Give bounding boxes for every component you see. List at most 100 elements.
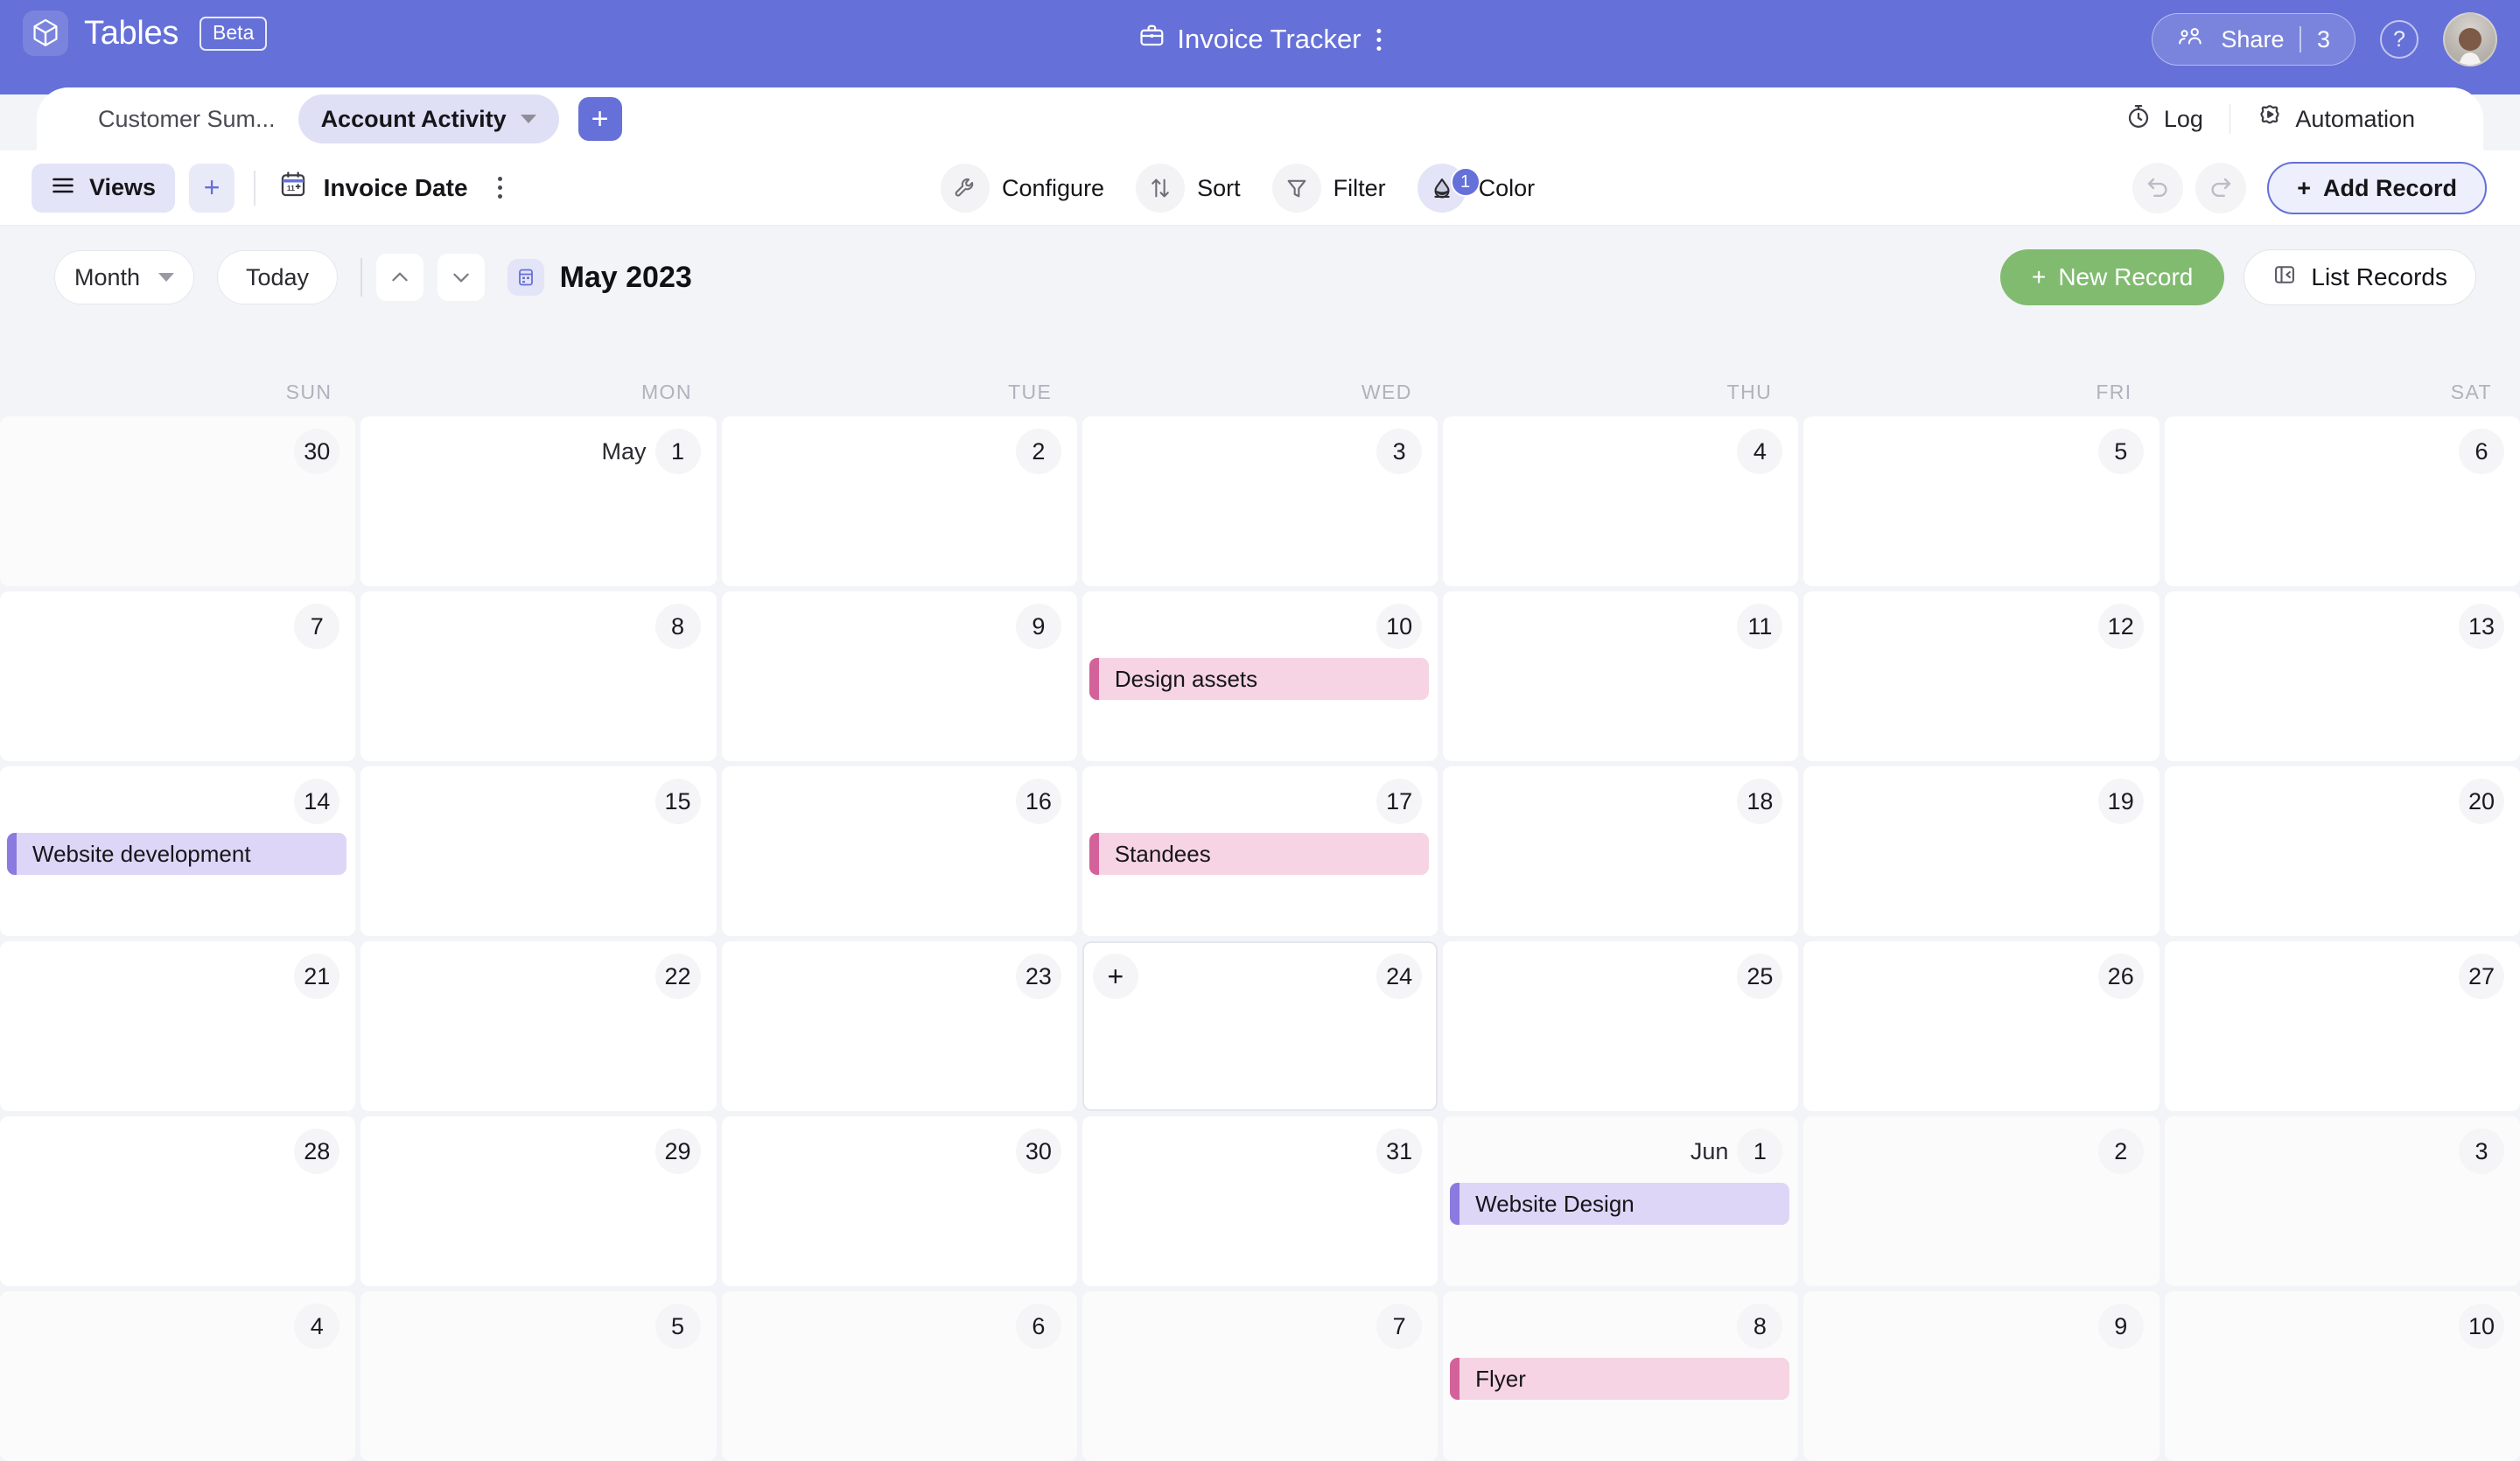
calendar-day-cell[interactable]: 10 (2164, 1291, 2520, 1461)
event-chip[interactable]: Standees (1088, 833, 1430, 875)
calendar-day-cell[interactable]: 6 (2164, 416, 2520, 586)
color-button[interactable]: 1 Color (1409, 162, 1553, 214)
day-number[interactable]: 1 (1737, 1129, 1783, 1174)
day-number[interactable]: 8 (654, 604, 701, 649)
day-number[interactable]: 1 (654, 429, 701, 474)
day-number[interactable]: 23 (1015, 954, 1061, 999)
day-number[interactable]: 12 (2097, 604, 2144, 649)
calendar-day-cell[interactable]: 8 Flyer (1443, 1291, 1799, 1461)
day-number[interactable]: 10 (1376, 604, 1423, 649)
calendar-day-cell[interactable]: 10 Design assets (1082, 591, 1438, 761)
calendar-day-cell[interactable]: 5 (360, 1291, 717, 1461)
day-number[interactable]: 3 (2458, 1129, 2504, 1174)
day-number[interactable]: 25 (1737, 954, 1783, 999)
day-number[interactable]: 5 (2097, 429, 2144, 474)
day-number[interactable]: 13 (2458, 604, 2504, 649)
calendar-day-cell[interactable]: 7 (0, 591, 356, 761)
today-button[interactable]: Today (217, 250, 339, 304)
day-number[interactable]: 4 (294, 1304, 340, 1349)
day-number[interactable]: 8 (1737, 1304, 1783, 1349)
calendar-day-cell[interactable]: 23 (721, 941, 1077, 1111)
day-number[interactable]: 10 (2458, 1304, 2504, 1349)
tab-customer-summary[interactable]: Customer Sum... (75, 94, 298, 143)
day-number[interactable]: 16 (1015, 779, 1061, 824)
undo-button[interactable] (2132, 163, 2184, 213)
calendar-day-cell[interactable]: 3 (1082, 416, 1438, 586)
calendar-day-cell[interactable]: 28 (0, 1116, 356, 1286)
calendar-day-cell[interactable]: Jun 1 Website Design (1443, 1116, 1799, 1286)
kebab-menu-icon[interactable] (1376, 28, 1382, 51)
day-number[interactable]: 30 (1015, 1129, 1061, 1174)
calendar-day-cell[interactable]: 9 (721, 591, 1077, 761)
calendar-day-cell[interactable]: 14 Website development (0, 766, 356, 936)
day-number[interactable]: 2 (2097, 1129, 2144, 1174)
calendar-day-cell[interactable]: 20 (2164, 766, 2520, 936)
event-chip[interactable]: Website Design (1450, 1183, 1790, 1225)
calendar-day-cell[interactable]: 18 (1443, 766, 1799, 936)
next-month-button[interactable] (437, 254, 485, 301)
day-number[interactable]: 29 (654, 1129, 701, 1174)
new-record-button[interactable]: + New Record (1999, 249, 2225, 305)
view-mode-select[interactable]: Month (54, 250, 194, 304)
calendar-day-cell[interactable]: 26 (1803, 941, 2160, 1111)
share-button[interactable]: Share 3 (2152, 13, 2356, 66)
day-number[interactable]: 15 (654, 779, 701, 824)
calendar-day-cell[interactable]: 19 (1803, 766, 2160, 936)
day-number[interactable]: 4 (1737, 429, 1783, 474)
list-records-button[interactable]: List Records (2244, 249, 2476, 305)
day-number[interactable]: 24 (1376, 954, 1423, 999)
avatar[interactable] (2443, 12, 2497, 66)
calendar-day-cell[interactable]: 11 (1443, 591, 1799, 761)
calendar-day-cell[interactable]: 27 (2164, 941, 2520, 1111)
calendar-day-cell[interactable]: +24 (1082, 941, 1438, 1111)
day-number[interactable]: 2 (1015, 429, 1061, 474)
day-number[interactable]: 14 (294, 779, 340, 824)
calendar-day-cell[interactable]: 9 (1803, 1291, 2160, 1461)
calendar-day-cell[interactable]: May 1 (360, 416, 717, 586)
add-table-button[interactable]: + (578, 97, 622, 141)
day-number[interactable]: 3 (1376, 429, 1423, 474)
chevron-down-icon[interactable] (520, 115, 536, 123)
help-circle-icon[interactable]: ? (2380, 20, 2418, 59)
day-number[interactable]: 26 (2097, 954, 2144, 999)
views-button[interactable]: Views (32, 163, 176, 213)
day-number[interactable]: 18 (1737, 779, 1783, 824)
day-number[interactable]: 30 (294, 429, 340, 474)
log-button[interactable]: Log (2099, 103, 2230, 136)
calendar-day-cell[interactable]: 30 (721, 1116, 1077, 1286)
calendar-day-cell[interactable]: 21 (0, 941, 356, 1111)
calendar-day-cell[interactable]: 13 (2164, 591, 2520, 761)
day-number[interactable]: 21 (294, 954, 340, 999)
day-number[interactable]: 7 (294, 604, 340, 649)
calendar-day-cell[interactable]: 15 (360, 766, 717, 936)
day-number[interactable]: 6 (2458, 429, 2504, 474)
day-number[interactable]: 27 (2458, 954, 2504, 999)
previous-month-button[interactable] (375, 254, 424, 301)
add-view-button[interactable]: + (189, 163, 235, 213)
day-number[interactable]: 9 (1015, 604, 1061, 649)
sort-button[interactable]: Sort (1127, 162, 1258, 214)
day-number[interactable]: 9 (2097, 1304, 2144, 1349)
calendar-day-cell[interactable]: 8 (360, 591, 717, 761)
calendar-day-cell[interactable]: 7 (1082, 1291, 1438, 1461)
day-number[interactable]: 28 (294, 1129, 340, 1174)
calendar-day-cell[interactable]: 2 (721, 416, 1077, 586)
kebab-menu-icon[interactable] (497, 177, 502, 199)
calendar-day-cell[interactable]: 2 (1803, 1116, 2160, 1286)
event-chip[interactable]: Design assets (1088, 658, 1430, 700)
filter-button[interactable]: Filter (1264, 162, 1404, 214)
tab-account-activity[interactable]: Account Activity (298, 94, 559, 143)
calendar-day-cell[interactable]: 31 (1082, 1116, 1438, 1286)
day-number[interactable]: 6 (1015, 1304, 1061, 1349)
document-title-group[interactable]: Invoice Tracker (1138, 23, 1382, 56)
calendar-day-cell[interactable]: 3 (2164, 1116, 2520, 1286)
day-number[interactable]: 11 (1737, 604, 1783, 649)
day-number[interactable]: 5 (654, 1304, 701, 1349)
calendar-day-cell[interactable]: 5 (1803, 416, 2160, 586)
calendar-day-cell[interactable]: 16 (721, 766, 1077, 936)
day-number[interactable]: 22 (654, 954, 701, 999)
event-chip[interactable]: Website development (7, 833, 347, 875)
calendar-day-cell[interactable]: 22 (360, 941, 717, 1111)
calendar-day-cell[interactable]: 6 (721, 1291, 1077, 1461)
redo-button[interactable] (2195, 163, 2247, 213)
